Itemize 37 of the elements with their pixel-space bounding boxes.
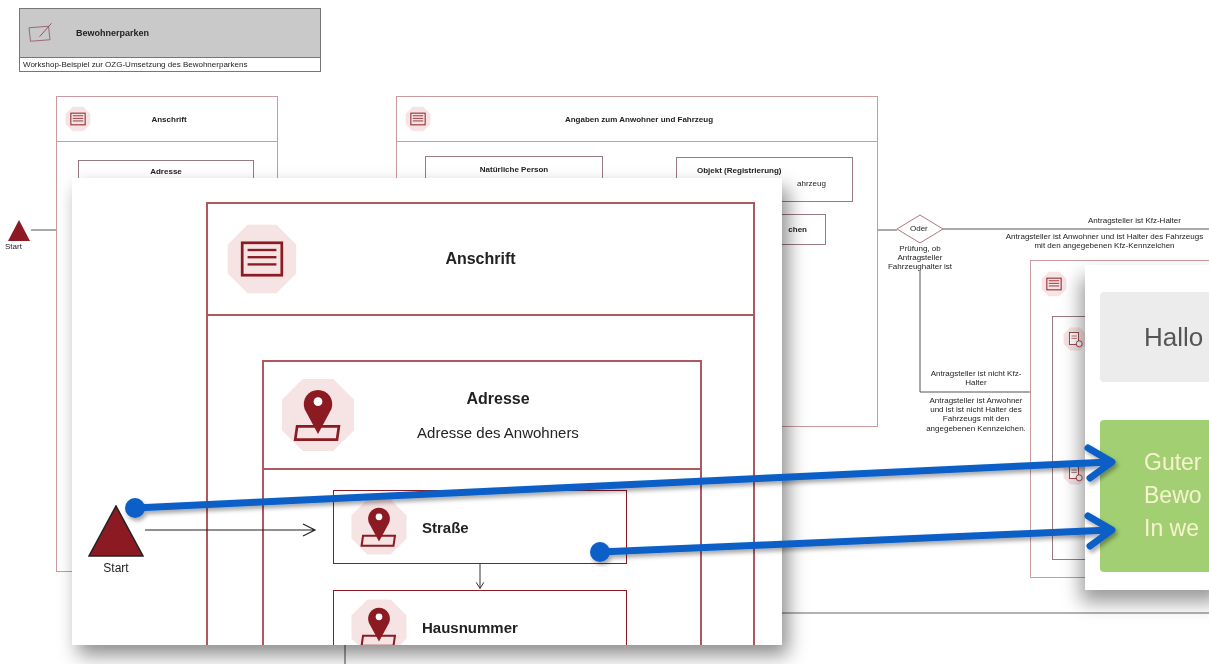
start-label: Start <box>5 242 22 251</box>
greeting-text: Hallo <box>1144 321 1204 353</box>
message-text: Bewo <box>1144 481 1203 510</box>
branch-condition: Antragsteller ist Kfz-Halter <box>1087 216 1182 225</box>
diagram-description: Workshop-Beispiel zur OZG-Umsetzung des Bewohnerparkens <box>22 59 249 71</box>
lane-title: Angaben zum Anwohner und Fahrzeug <box>563 114 715 124</box>
connector-line <box>30 229 57 231</box>
start-label: Start <box>103 561 129 575</box>
gateway-label: Oder <box>910 224 928 233</box>
task-title: Natürliche Person <box>479 165 549 174</box>
map-pin-icon <box>350 498 408 556</box>
map-pin-icon <box>280 377 356 453</box>
task-title: Objekt (Registrierung) <box>697 166 782 175</box>
list-icon <box>226 223 298 295</box>
task-title: Adresse <box>466 389 530 408</box>
branch-description: Antragsteller ist Anwohner und ist ist nicht Halter des Fahrzeugs mit den angegebenen Kennzeichen. <box>925 396 1027 433</box>
step-title: Straße <box>422 518 469 536</box>
list-icon <box>405 106 431 132</box>
branch-condition: Antragsteller ist nicht Kfz-Halter <box>929 369 1023 388</box>
list-icon <box>65 106 91 132</box>
lane-title: Anschrift <box>444 250 517 268</box>
diagram-title: Bewohnerparken <box>76 28 150 38</box>
message-text: Guter <box>1144 448 1203 477</box>
start-triangle <box>8 220 30 241</box>
lane-title: Anschrift <box>150 114 188 124</box>
task-subtitle: ahrzeug <box>796 179 826 188</box>
down-arrow <box>474 564 486 590</box>
task-title: Adresse <box>150 167 182 176</box>
start-triangle <box>88 505 144 557</box>
task-subtitle: Adresse des Anwohners <box>417 423 579 441</box>
gateway-diamond <box>896 214 944 244</box>
list-icon <box>1041 271 1067 297</box>
task-title: chen <box>788 225 807 234</box>
step-title: Hausnummer <box>422 618 518 636</box>
connector-line <box>344 644 346 664</box>
message-text: In we <box>1144 514 1200 543</box>
branch-description: Antragsteller ist Anwohner und ist Halter des Fahrzeugs mit den angegebenen Kfz-Kennzeichen <box>1004 232 1205 251</box>
